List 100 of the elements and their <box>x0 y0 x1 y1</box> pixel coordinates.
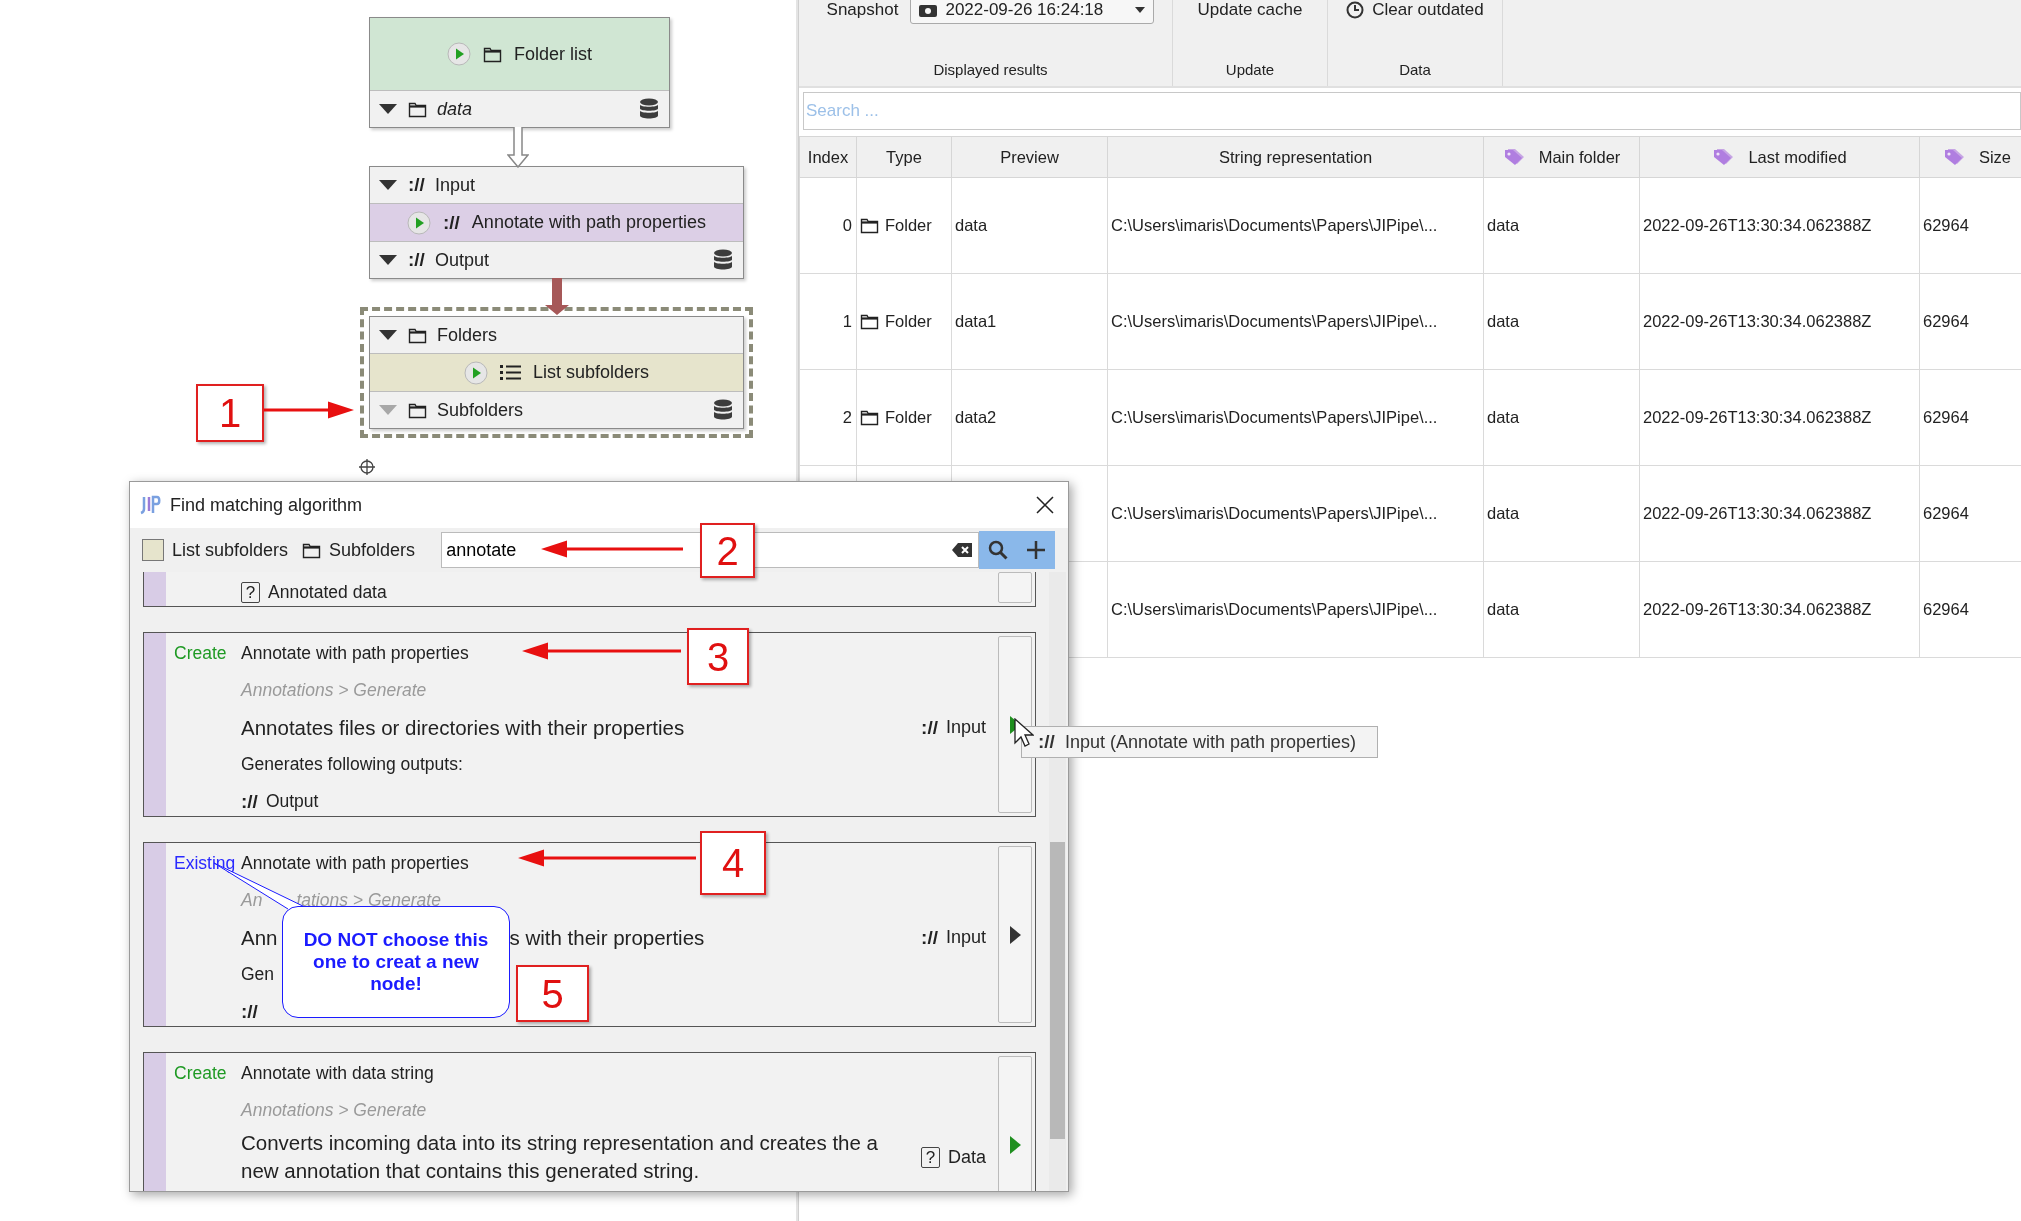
step-number-label: 5 <box>516 965 589 1022</box>
table-cell: 1 <box>799 273 857 370</box>
collapse-icon[interactable] <box>378 329 398 341</box>
play-arrow-icon <box>1009 1135 1021 1154</box>
clock-icon <box>1346 1 1365 19</box>
collapse-icon[interactable] <box>378 254 398 266</box>
dialog-title: Find matching algorithm <box>170 494 363 516</box>
button-label: Clear outdated <box>1372 0 1484 20</box>
table-cell: 2022-09-26T13:30:34.062388Z <box>1639 273 1920 370</box>
graph-node[interactable]: Folders List subfolders Subfolders <box>369 316 744 429</box>
group-label: Displayed results <box>933 61 1048 78</box>
type-glyph: :// <box>921 926 938 949</box>
graph-node[interactable]: :// Input :// Annotate with path properties :// Output <box>369 166 744 279</box>
table-cell: C:\Users\imaris\Documents\Papers\JIPipe\... <box>1107 177 1484 274</box>
type-glyph: :// <box>408 174 425 196</box>
node-slot[interactable]: :// Output <box>370 242 743 278</box>
folder-icon <box>408 100 427 118</box>
source-node-label: List subfolders <box>172 539 289 561</box>
result-card[interactable]: Create Annotate with data string Annotations > Generate Converts incoming data into its string representation and creates the a new annotation that contains this generated string. ? Data <box>143 1052 1036 1191</box>
select-button[interactable] <box>998 1056 1032 1191</box>
node-header[interactable]: Folder list <box>370 18 669 91</box>
column-header[interactable]: String representation <box>1218 147 1373 167</box>
table-cell: data1 <box>951 273 1108 370</box>
clear-icon[interactable] <box>951 542 974 558</box>
category-path: Annotations > Generate <box>241 680 427 701</box>
play-icon[interactable] <box>406 210 431 235</box>
algorithm-title: Annotate with path properties <box>241 853 469 874</box>
table-cell: data <box>1483 273 1640 370</box>
table-cell: data <box>1483 465 1640 562</box>
table-cell: data <box>1483 561 1640 658</box>
table-cell: Folder <box>885 312 932 331</box>
status-label: Existing <box>174 853 237 874</box>
type-glyph: :// <box>241 790 258 813</box>
scrollbar-thumb[interactable] <box>1050 842 1065 1139</box>
outputs-heading: Gen <box>241 964 275 985</box>
description-text: Ann <box>241 925 278 949</box>
slot-label: Input <box>434 174 476 196</box>
folder-icon <box>408 401 427 419</box>
play-icon[interactable] <box>463 360 488 385</box>
table-cell: data <box>1483 369 1640 466</box>
node-header[interactable]: List subfolders <box>370 354 743 392</box>
caret-icon <box>1135 7 1146 13</box>
play-icon[interactable] <box>447 42 471 66</box>
type-glyph: :// <box>442 211 460 234</box>
step-number-label: 2 <box>700 523 755 578</box>
node-slot[interactable]: data <box>370 91 669 127</box>
table-cell: Folder <box>885 408 932 427</box>
close-icon[interactable] <box>1036 496 1054 514</box>
slot-label: data <box>437 98 474 120</box>
select-button[interactable] <box>998 636 1032 813</box>
table-cell: 0 <box>799 177 857 274</box>
plus-icon <box>1026 540 1047 560</box>
input-label: Data <box>947 1146 986 1168</box>
crosshair-icon <box>359 459 375 475</box>
category-path: An <box>241 890 263 911</box>
folder-icon <box>860 409 879 426</box>
type-glyph: ? <box>241 582 260 603</box>
clear-outdated-button[interactable]: Clear outdated <box>1342 0 1488 20</box>
search-button[interactable] <box>979 531 1018 569</box>
node-slot[interactable]: Subfolders <box>370 392 743 428</box>
play-arrow-icon <box>1009 925 1021 944</box>
column-header[interactable]: Preview <box>1000 147 1059 167</box>
source-slot-label: Subfolders <box>329 539 416 561</box>
node-header[interactable]: :// Annotate with path properties <box>370 204 743 242</box>
table-cell: C:\Users\imaris\Documents\Papers\JIPipe\... <box>1107 561 1484 658</box>
connector-arrow <box>507 127 529 168</box>
description-text: s with their properties <box>509 925 705 949</box>
column-header[interactable]: Size <box>1978 147 2012 167</box>
input-label: Input <box>945 927 986 948</box>
node-slot[interactable]: Folders <box>370 317 743 354</box>
node-slot[interactable]: :// Input <box>370 167 743 204</box>
collapse-icon[interactable] <box>378 179 398 191</box>
folder-icon <box>483 45 502 63</box>
category-path: Annotations > Generate <box>241 1100 427 1121</box>
column-header[interactable]: Type <box>886 147 922 167</box>
table-cell: C:\Users\imaris\Documents\Papers\JIPipe\... <box>1107 273 1484 370</box>
search-field[interactable]: Search ... <box>803 92 2021 130</box>
snapshot-dropdown[interactable]: 2022-09-26 16:24:18 <box>910 0 1155 24</box>
node-title: Folder list <box>514 43 592 65</box>
table-cell: data <box>1483 177 1640 274</box>
step-number-label: 4 <box>700 831 766 895</box>
graph-node[interactable]: Folder list data <box>369 17 670 128</box>
table-cell: 2022-09-26T13:30:34.062388Z <box>1639 369 1920 466</box>
dropdown-value: 2022-09-26 16:24:18 <box>945 0 1104 20</box>
table-cell: 2022-09-26T13:30:34.062388Z <box>1639 561 1920 658</box>
algorithm-title: Annotate with data string <box>241 1063 434 1084</box>
column-header[interactable]: Last modified <box>1748 147 1847 167</box>
result-card[interactable]: ? Annotated data <box>143 572 1036 607</box>
algorithm-title: Annotate with path properties <box>241 643 469 664</box>
group-label: Update <box>1225 61 1275 78</box>
collapse-icon[interactable] <box>378 103 398 115</box>
update-cache-button[interactable]: Update cache <box>1193 0 1307 20</box>
status-label: Create <box>174 1063 228 1084</box>
type-glyph: :// <box>241 1000 258 1023</box>
table-cell: Folder <box>885 216 932 235</box>
step-number-label: 3 <box>687 628 749 685</box>
table-cell: data2 <box>951 369 1108 466</box>
type-glyph: :// <box>1038 731 1055 753</box>
table-cell: 2 <box>799 369 857 466</box>
add-button[interactable] <box>1017 531 1056 569</box>
